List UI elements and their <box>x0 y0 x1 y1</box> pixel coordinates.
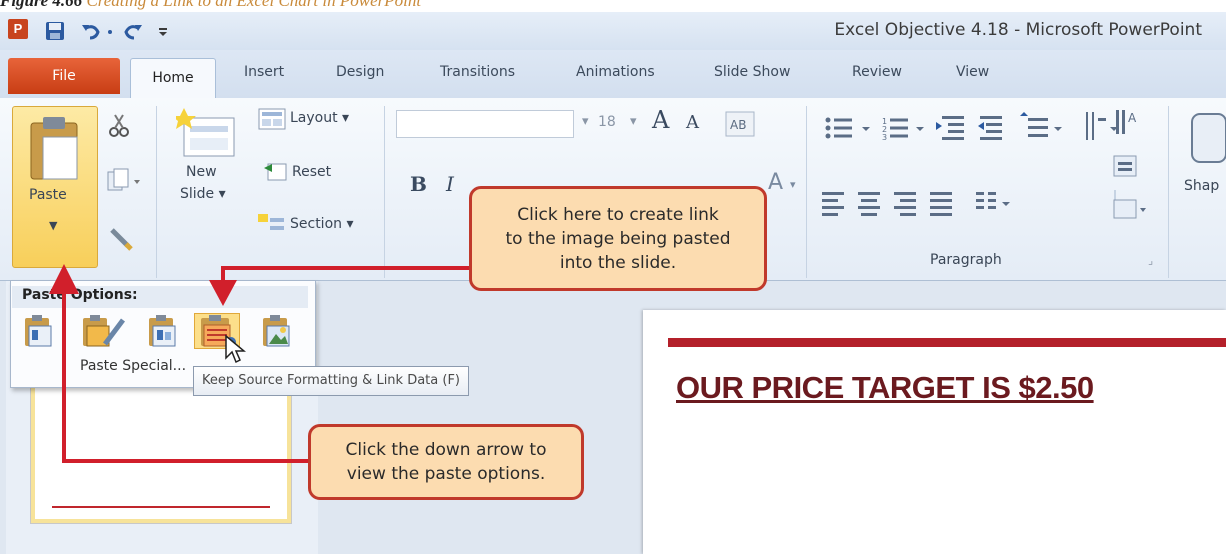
bold-button[interactable]: B <box>410 172 427 196</box>
ribbon-separator <box>1168 106 1169 278</box>
tooltip: Keep Source Formatting & Link Data (F) <box>193 366 470 396</box>
mouse-cursor-icon <box>225 334 246 364</box>
picture-icon[interactable] <box>258 313 294 349</box>
shrink-font-button[interactable]: A <box>686 112 699 133</box>
redo-icon[interactable] <box>122 20 144 42</box>
figure-caption: Figure 4.66 Creating a Link to an Excel … <box>0 0 421 11</box>
tab-file[interactable]: File <box>8 58 120 94</box>
format-painter-icon[interactable] <box>108 226 134 252</box>
reset-button[interactable]: Reset <box>292 164 331 180</box>
customize-toolbar-icon[interactable] <box>156 20 170 42</box>
paste-options-title: Paste Options: <box>22 287 138 303</box>
font-color-button[interactable]: A <box>768 170 783 195</box>
shapes-button[interactable]: Shap <box>1184 178 1219 194</box>
font-size-dropdown-icon[interactable]: ▾ <box>630 114 637 129</box>
callout-create-link-line: into the slide. <box>559 252 677 273</box>
paragraph-dialog-launcher-icon[interactable]: ⌟ <box>1148 254 1153 267</box>
font-name-dropdown-icon[interactable]: ▾ <box>582 114 589 129</box>
new-slide-label[interactable]: New <box>186 164 217 180</box>
use-destination-theme-icon[interactable] <box>20 313 56 349</box>
callout-create-link-line: Click here to create link <box>517 204 719 225</box>
annotation-line <box>221 266 469 270</box>
font-size-box[interactable]: 18 <box>598 114 616 130</box>
ribbon-tabs: File Home Insert Design Transitions Anim… <box>0 50 1226 100</box>
grow-font-button[interactable]: A <box>652 106 669 134</box>
paste-label: Paste <box>29 187 67 203</box>
section-icon <box>258 214 284 230</box>
font-color-dropdown-icon[interactable]: ▾ <box>790 178 796 191</box>
title-bar: P Excel Objective 4.18 - Microsoft Power… <box>0 12 1226 50</box>
tab-home[interactable]: Home <box>130 58 216 100</box>
caption-figure-number: Figure 4.66 <box>0 0 83 10</box>
slide-title[interactable]: OUR PRICE TARGET IS $2.50 <box>676 370 1094 406</box>
annotation-arrow-down-icon <box>209 280 237 306</box>
slide-red-bar <box>668 338 1226 347</box>
tab-transitions[interactable]: Transitions <box>440 64 515 80</box>
tab-animations[interactable]: Animations <box>576 64 655 80</box>
new-slide-icon[interactable] <box>176 108 238 160</box>
tab-insert[interactable]: Insert <box>244 64 284 80</box>
svg-text:AB: AB <box>730 118 746 132</box>
font-name-box[interactable] <box>396 110 574 138</box>
callout-create-link-line: to the image being pasted <box>505 228 731 249</box>
cut-icon[interactable] <box>106 112 132 138</box>
svg-text:3: 3 <box>882 133 887 142</box>
annotation-arrow-up-icon <box>49 264 79 294</box>
caption-text: Creating a Link to an Excel Chart in Pow… <box>86 0 422 10</box>
undo-dropdown-icon[interactable] <box>104 20 116 42</box>
shapes-icon[interactable] <box>1182 110 1226 170</box>
paste-special-menu-item[interactable]: Paste Special... <box>80 358 186 374</box>
paste-button[interactable]: Paste ▼ <box>12 106 98 268</box>
embed-workbook-icon[interactable] <box>144 313 180 349</box>
tab-review[interactable]: Review <box>852 64 902 80</box>
powerpoint-app-icon[interactable]: P <box>8 19 28 39</box>
text-direction-icons[interactable]: A <box>1110 108 1160 228</box>
italic-button[interactable]: I <box>446 172 454 196</box>
tab-view[interactable]: View <box>956 64 989 80</box>
callout-paste-options-line: view the paste options. <box>346 464 546 484</box>
layout-button[interactable]: Layout ▾ <box>290 110 349 126</box>
annotation-line <box>62 290 66 462</box>
paste-dropdown-arrow-icon[interactable]: ▼ <box>49 219 57 232</box>
save-icon[interactable] <box>44 20 66 42</box>
alignment-icons[interactable] <box>818 186 1118 222</box>
clear-formatting-icon[interactable]: AB <box>724 110 756 138</box>
annotation-line <box>62 459 318 463</box>
thumbnail-red-line <box>52 506 270 508</box>
paragraph-group-label: Paragraph <box>930 252 1002 268</box>
keep-source-formatting-icon[interactable] <box>78 313 128 349</box>
window-title: Excel Objective 4.18 - Microsoft PowerPo… <box>834 20 1202 40</box>
copy-icon[interactable] <box>106 168 142 194</box>
undo-icon[interactable] <box>80 20 102 42</box>
reset-icon <box>264 163 287 181</box>
layout-icon <box>258 108 286 130</box>
ribbon-separator <box>384 106 385 278</box>
section-button[interactable]: Section ▾ <box>290 216 354 232</box>
ribbon-separator <box>806 106 807 278</box>
callout-create-link: Click here to create link to the image b… <box>469 186 767 291</box>
tab-design[interactable]: Design <box>336 64 384 80</box>
svg-text:A: A <box>1128 111 1137 125</box>
callout-paste-options-line: Click the down arrow to <box>345 440 547 460</box>
new-slide-dropdown[interactable]: Slide ▾ <box>180 186 226 202</box>
tab-slide-show[interactable]: Slide Show <box>714 64 790 80</box>
ribbon-separator <box>156 106 157 278</box>
clipboard-icon <box>30 117 78 180</box>
callout-paste-options: Click the down arrow to view the paste o… <box>308 424 584 500</box>
